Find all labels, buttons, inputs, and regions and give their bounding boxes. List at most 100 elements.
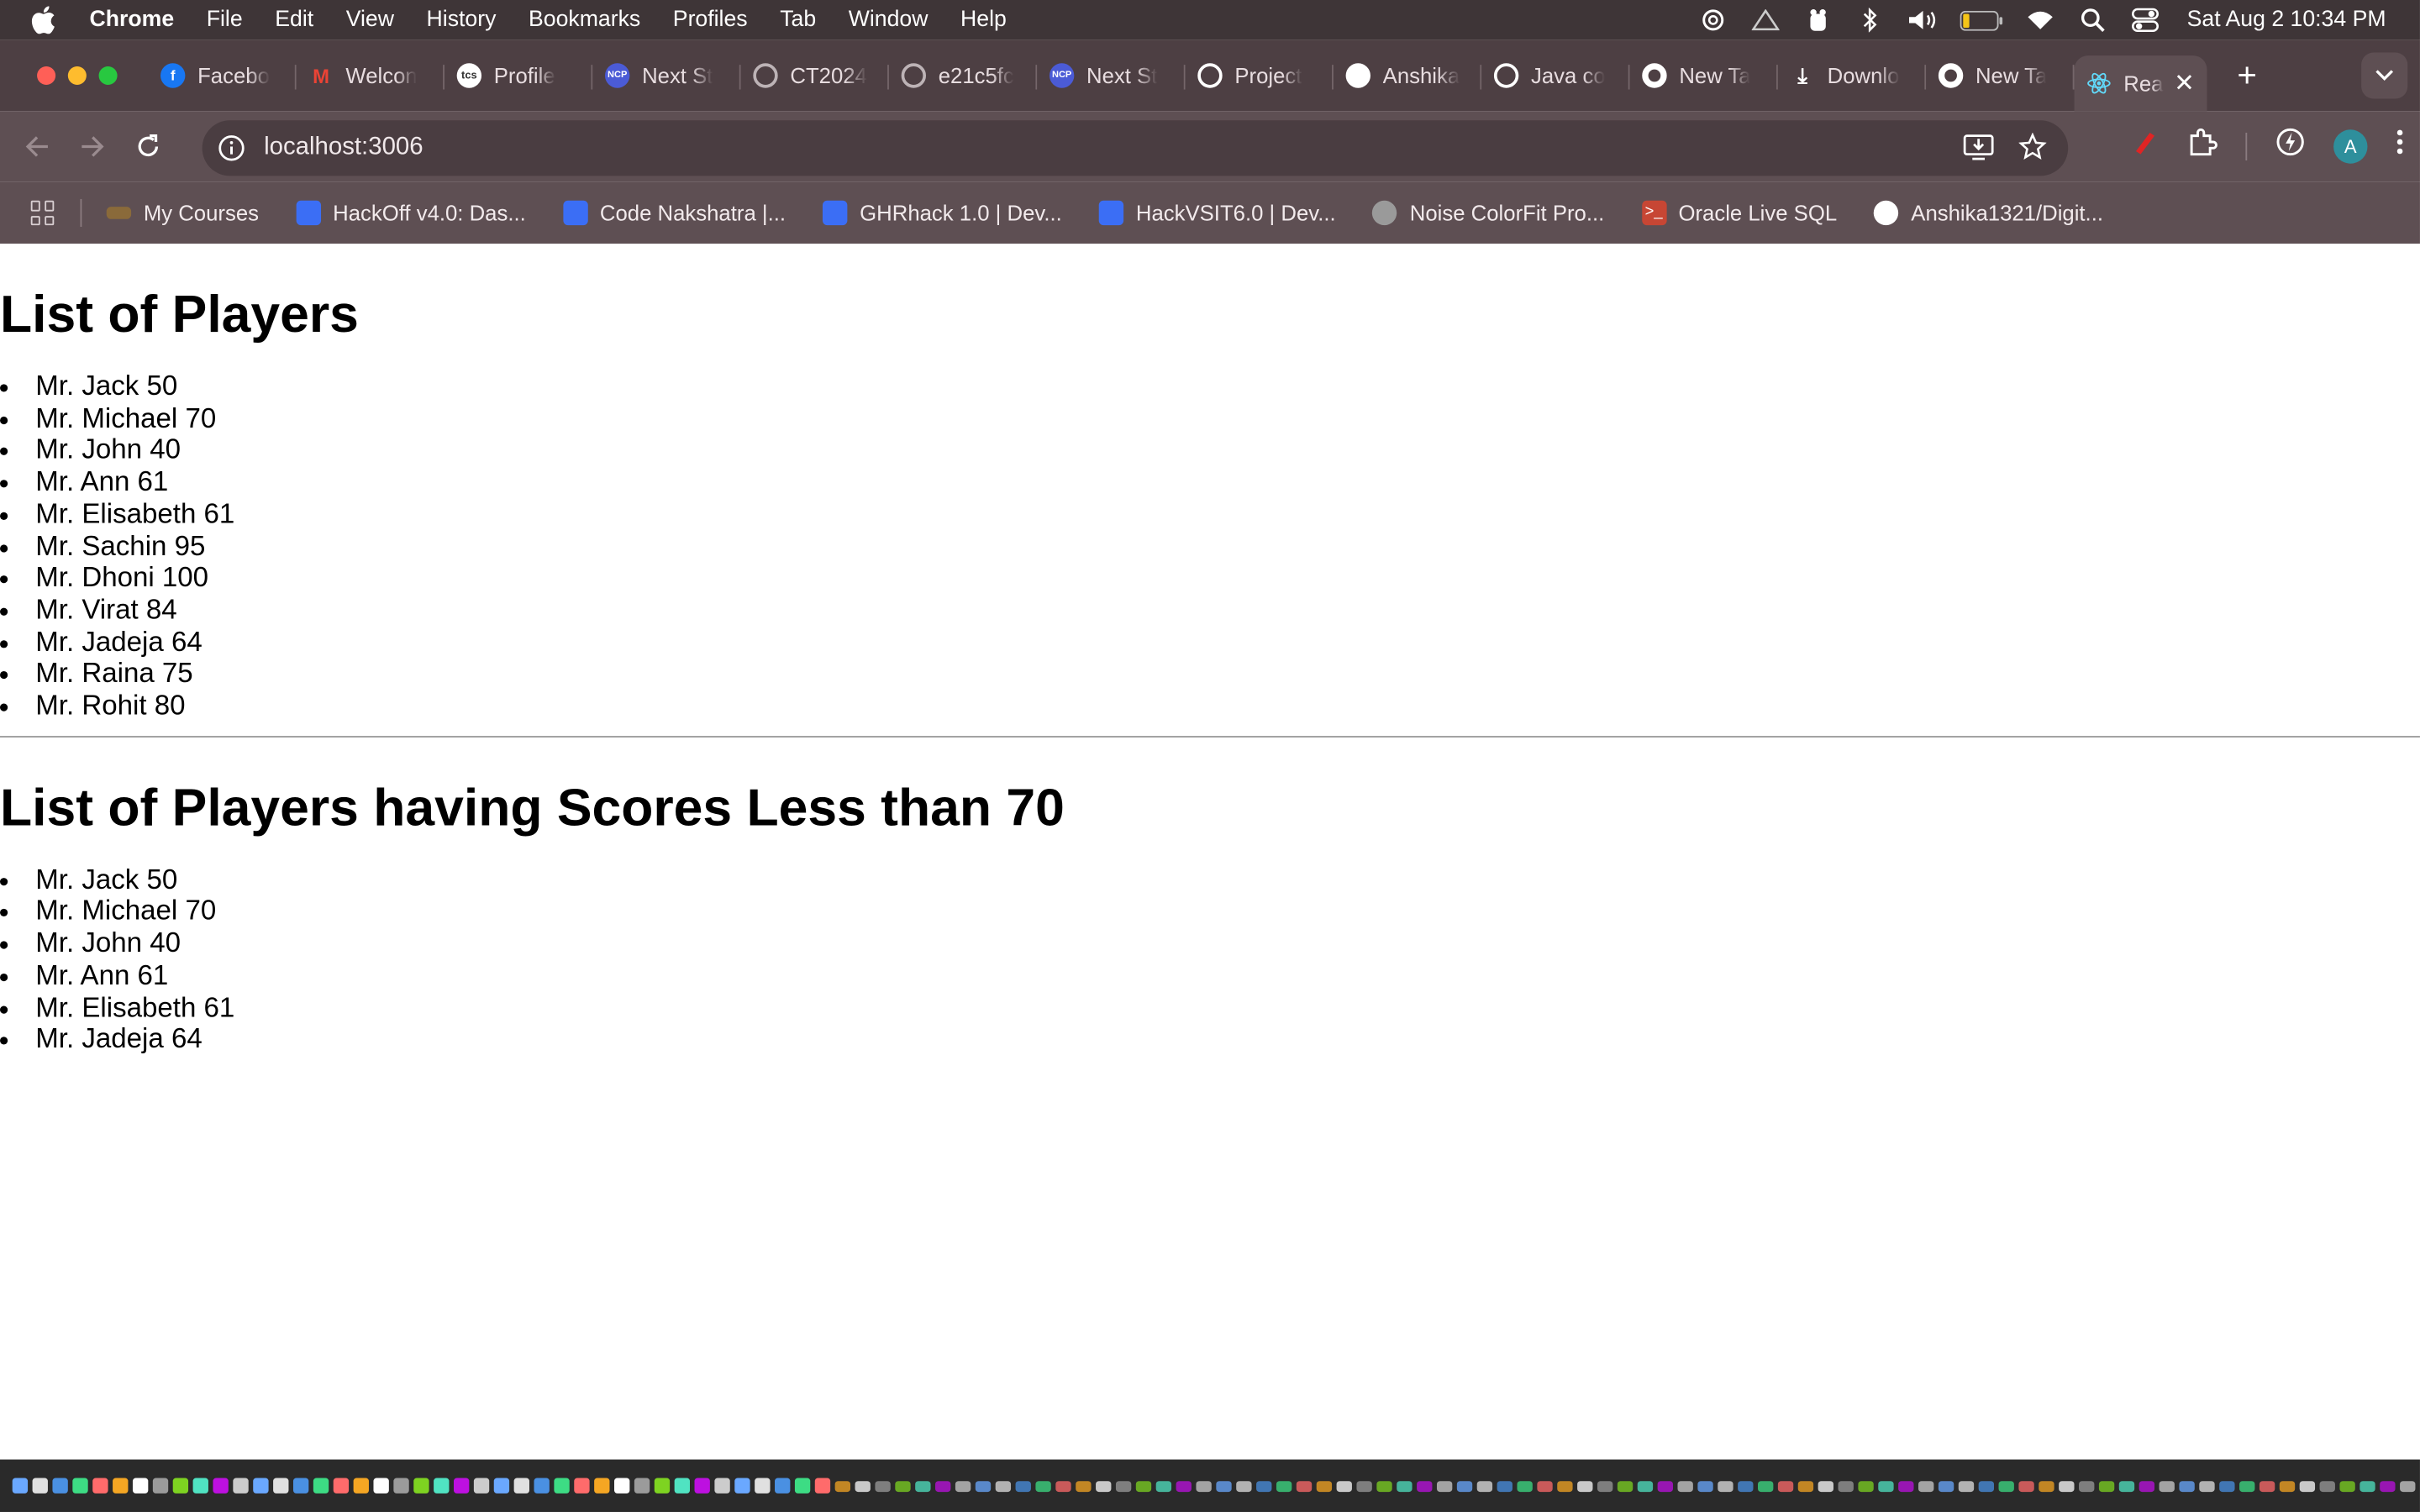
- dock-app-icon[interactable]: [393, 1478, 409, 1494]
- tab-next-steps-1[interactable]: NCP Next St: [592, 50, 741, 102]
- dock-app-icon[interactable]: [1296, 1480, 1313, 1492]
- wifi-icon[interactable]: [2023, 6, 2057, 34]
- dock-app-icon[interactable]: [2199, 1480, 2215, 1492]
- tab-new-tab-2[interactable]: New Ta: [1926, 50, 2075, 102]
- url-text[interactable]: localhost:3006: [264, 134, 424, 162]
- bookmark-hackvsit[interactable]: HackVSIT6.0 | Dev...: [1098, 200, 1336, 226]
- dock-app-icon[interactable]: [814, 1478, 831, 1494]
- menubar-clock[interactable]: Sat Aug 2 10:34 PM: [2187, 8, 2386, 32]
- dock-app-icon[interactable]: [1758, 1480, 1774, 1492]
- dock-app-icon[interactable]: [2079, 1480, 2095, 1492]
- dock-app-icon[interactable]: [1276, 1480, 1292, 1492]
- dock-app-icon[interactable]: [1376, 1480, 1392, 1492]
- dock-app-icon[interactable]: [1055, 1480, 1071, 1492]
- dock-app-icon[interactable]: [12, 1478, 29, 1494]
- dock-app-icon[interactable]: [513, 1478, 529, 1494]
- dock-app-icon[interactable]: [1497, 1480, 1512, 1492]
- dock-app-icon[interactable]: [2339, 1480, 2355, 1492]
- dock-app-icon[interactable]: [1918, 1480, 1934, 1492]
- menu-view[interactable]: View: [346, 8, 394, 32]
- menu-app-name[interactable]: Chrome: [90, 8, 175, 32]
- dock-app-icon[interactable]: [1818, 1480, 1833, 1492]
- back-button[interactable]: [18, 128, 55, 165]
- volume-icon[interactable]: [1906, 6, 1939, 34]
- dock-app-icon[interactable]: [1115, 1480, 1132, 1492]
- bookmark-code-nakshatra[interactable]: Code Nakshatra |...: [562, 200, 786, 226]
- menu-edit[interactable]: Edit: [275, 8, 313, 32]
- dock-app-icon[interactable]: [534, 1478, 550, 1494]
- dock-app-icon[interactable]: [2159, 1480, 2175, 1492]
- dock-app-icon[interactable]: [132, 1478, 149, 1494]
- dock-app-icon[interactable]: [674, 1478, 691, 1494]
- menu-window[interactable]: Window: [849, 8, 929, 32]
- dock-app-icon[interactable]: [935, 1480, 951, 1492]
- dock-app-icon[interactable]: [2360, 1480, 2375, 1492]
- dock-app-icon[interactable]: [92, 1478, 108, 1494]
- tab-downloads[interactable]: ⤓ Downlo: [1778, 50, 1927, 102]
- dock-app-icon[interactable]: [453, 1478, 470, 1494]
- dock-app-icon[interactable]: [2098, 1480, 2115, 1492]
- site-info-icon[interactable]: [214, 131, 248, 165]
- bookmark-star-icon[interactable]: [2018, 132, 2047, 168]
- dock-app-icon[interactable]: [233, 1478, 249, 1494]
- dock-app-icon[interactable]: [1858, 1480, 1874, 1492]
- spotlight-search-icon[interactable]: [2075, 6, 2109, 34]
- tab-ct2024[interactable]: CT2024: [741, 50, 889, 102]
- chrome-menu-icon[interactable]: [2396, 128, 2405, 163]
- dock-app-icon[interactable]: [1537, 1480, 1553, 1492]
- dock-app-icon[interactable]: [1978, 1480, 1995, 1492]
- dock-app-icon[interactable]: [2400, 1480, 2416, 1492]
- tab-java-code[interactable]: Java co: [1481, 50, 1630, 102]
- dock-app-icon[interactable]: [794, 1478, 811, 1494]
- apple-menu-icon[interactable]: [31, 6, 65, 34]
- dock-app-icon[interactable]: [1617, 1480, 1634, 1492]
- dock-app-icon[interactable]: [1797, 1480, 1814, 1492]
- dock-app-icon[interactable]: [1356, 1480, 1372, 1492]
- dock-app-icon[interactable]: [694, 1478, 710, 1494]
- dock-app-icon[interactable]: [2239, 1480, 2255, 1492]
- dock-app-icon[interactable]: [2118, 1480, 2135, 1492]
- close-window-button[interactable]: [37, 66, 56, 86]
- dock-app-icon[interactable]: [1777, 1480, 1794, 1492]
- dock-app-icon[interactable]: [1958, 1480, 1975, 1492]
- dock-app-icon[interactable]: [2059, 1480, 2075, 1492]
- dock-app-icon[interactable]: [113, 1478, 129, 1494]
- dock-app-icon[interactable]: [1035, 1480, 1051, 1492]
- dock-app-icon[interactable]: [915, 1480, 931, 1492]
- minimize-window-button[interactable]: [67, 66, 87, 86]
- menu-history[interactable]: History: [427, 8, 497, 32]
- dock-app-icon[interactable]: [1015, 1480, 1031, 1492]
- bookmark-my-courses[interactable]: My Courses: [106, 201, 259, 225]
- dock-app-icon[interactable]: [353, 1478, 369, 1494]
- dock-app-icon[interactable]: [1557, 1480, 1573, 1492]
- dock-app-icon[interactable]: [1135, 1480, 1152, 1492]
- tab-search-button[interactable]: [2361, 52, 2408, 99]
- bluetooth-icon[interactable]: [1854, 6, 1887, 34]
- app-status-icon[interactable]: [1801, 6, 1834, 34]
- dock-app-icon[interactable]: [2259, 1480, 2275, 1492]
- dock-app-icon[interactable]: [72, 1478, 88, 1494]
- control-center-icon[interactable]: [2128, 6, 2162, 34]
- dock-app-icon[interactable]: [1155, 1480, 1172, 1492]
- dock-app-icon[interactable]: [1176, 1480, 1192, 1492]
- dock-app-icon[interactable]: [1878, 1480, 1894, 1492]
- forward-button[interactable]: [74, 128, 111, 165]
- dock-app-icon[interactable]: [1718, 1480, 1733, 1492]
- dock-app-icon[interactable]: [2279, 1480, 2296, 1492]
- dock-app-icon[interactable]: [493, 1478, 510, 1494]
- dock-app-icon[interactable]: [1336, 1480, 1352, 1492]
- dock-app-icon[interactable]: [1577, 1480, 1593, 1492]
- dock-app-icon[interactable]: [714, 1478, 730, 1494]
- dock-app-icon[interactable]: [614, 1478, 630, 1494]
- dock-app-icon[interactable]: [855, 1480, 871, 1492]
- install-app-icon[interactable]: [1963, 133, 1994, 168]
- dock-app-icon[interactable]: [1436, 1480, 1453, 1492]
- dock-app-icon[interactable]: [834, 1480, 851, 1492]
- tab-profile[interactable]: tcs Profile: [445, 50, 593, 102]
- dock-app-icon[interactable]: [1417, 1480, 1433, 1492]
- dock-app-icon[interactable]: [1456, 1480, 1473, 1492]
- dock-app-icon[interactable]: [2319, 1480, 2335, 1492]
- dock-app-icon[interactable]: [1677, 1480, 1693, 1492]
- dock-app-icon[interactable]: [1998, 1480, 2014, 1492]
- dock-app-icon[interactable]: [594, 1478, 610, 1494]
